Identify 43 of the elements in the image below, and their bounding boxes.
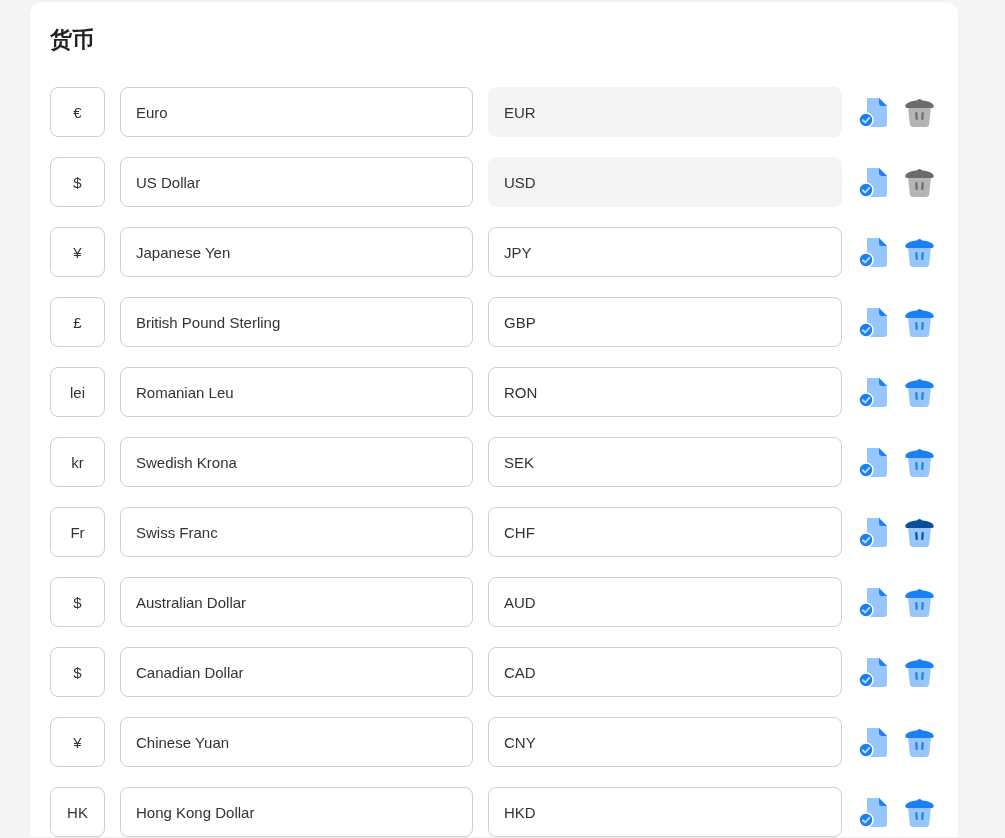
currency-symbol-field[interactable]: kr (50, 437, 105, 487)
currency-name-field[interactable]: Swiss Franc (120, 507, 473, 557)
document-check-icon (858, 726, 889, 758)
document-check-icon (858, 306, 889, 338)
currency-symbol-field[interactable]: ¥ (50, 227, 105, 277)
currency-name-field[interactable]: Australian Dollar (120, 577, 473, 627)
currency-symbol-field[interactable]: £ (50, 297, 105, 347)
currency-symbol-field[interactable]: $ (50, 647, 105, 697)
currency-name-field[interactable]: British Pound Sterling (120, 297, 473, 347)
document-check-icon (858, 516, 889, 548)
currency-name-field[interactable]: Swedish Krona (120, 437, 473, 487)
currency-name-field[interactable]: Euro (120, 87, 473, 137)
currency-name-field[interactable]: Hong Kong Dollar (120, 787, 473, 837)
currency-code-field[interactable]: JPY (488, 227, 842, 277)
currency-code-field[interactable]: CNY (488, 717, 842, 767)
document-check-icon (858, 166, 889, 198)
document-check-icon (858, 96, 889, 128)
currency-name-field[interactable]: Chinese Yuan (120, 717, 473, 767)
currency-symbol-field[interactable]: Fr (50, 507, 105, 557)
currency-code-field[interactable]: RON (488, 367, 842, 417)
currency-symbol-field[interactable]: ¥ (50, 717, 105, 767)
section-title: 货币 (50, 26, 95, 54)
currency-symbol-field[interactable]: HK (50, 787, 105, 837)
currency-code-field[interactable]: AUD (488, 577, 842, 627)
currency-symbol-field[interactable]: $ (50, 157, 105, 207)
currency-code-field[interactable]: HKD (488, 787, 842, 837)
currency-code-field[interactable]: CHF (488, 507, 842, 557)
document-check-icon (858, 376, 889, 408)
document-check-icon (858, 446, 889, 478)
currency-symbol-field[interactable]: lei (50, 367, 105, 417)
currency-name-field[interactable]: Japanese Yen (120, 227, 473, 277)
currency-code-field[interactable]: SEK (488, 437, 842, 487)
currency-code-field[interactable]: GBP (488, 297, 842, 347)
currency-symbol-field[interactable]: $ (50, 577, 105, 627)
currency-name-field[interactable]: Canadian Dollar (120, 647, 473, 697)
document-check-icon (858, 656, 889, 688)
currency-name-field[interactable]: US Dollar (120, 157, 473, 207)
currency-name-field[interactable]: Romanian Leu (120, 367, 473, 417)
document-check-icon (858, 236, 889, 268)
document-check-icon (858, 586, 889, 618)
currency-symbol-field[interactable]: € (50, 87, 105, 137)
currency-code-field[interactable]: CAD (488, 647, 842, 697)
document-check-icon (858, 796, 889, 828)
